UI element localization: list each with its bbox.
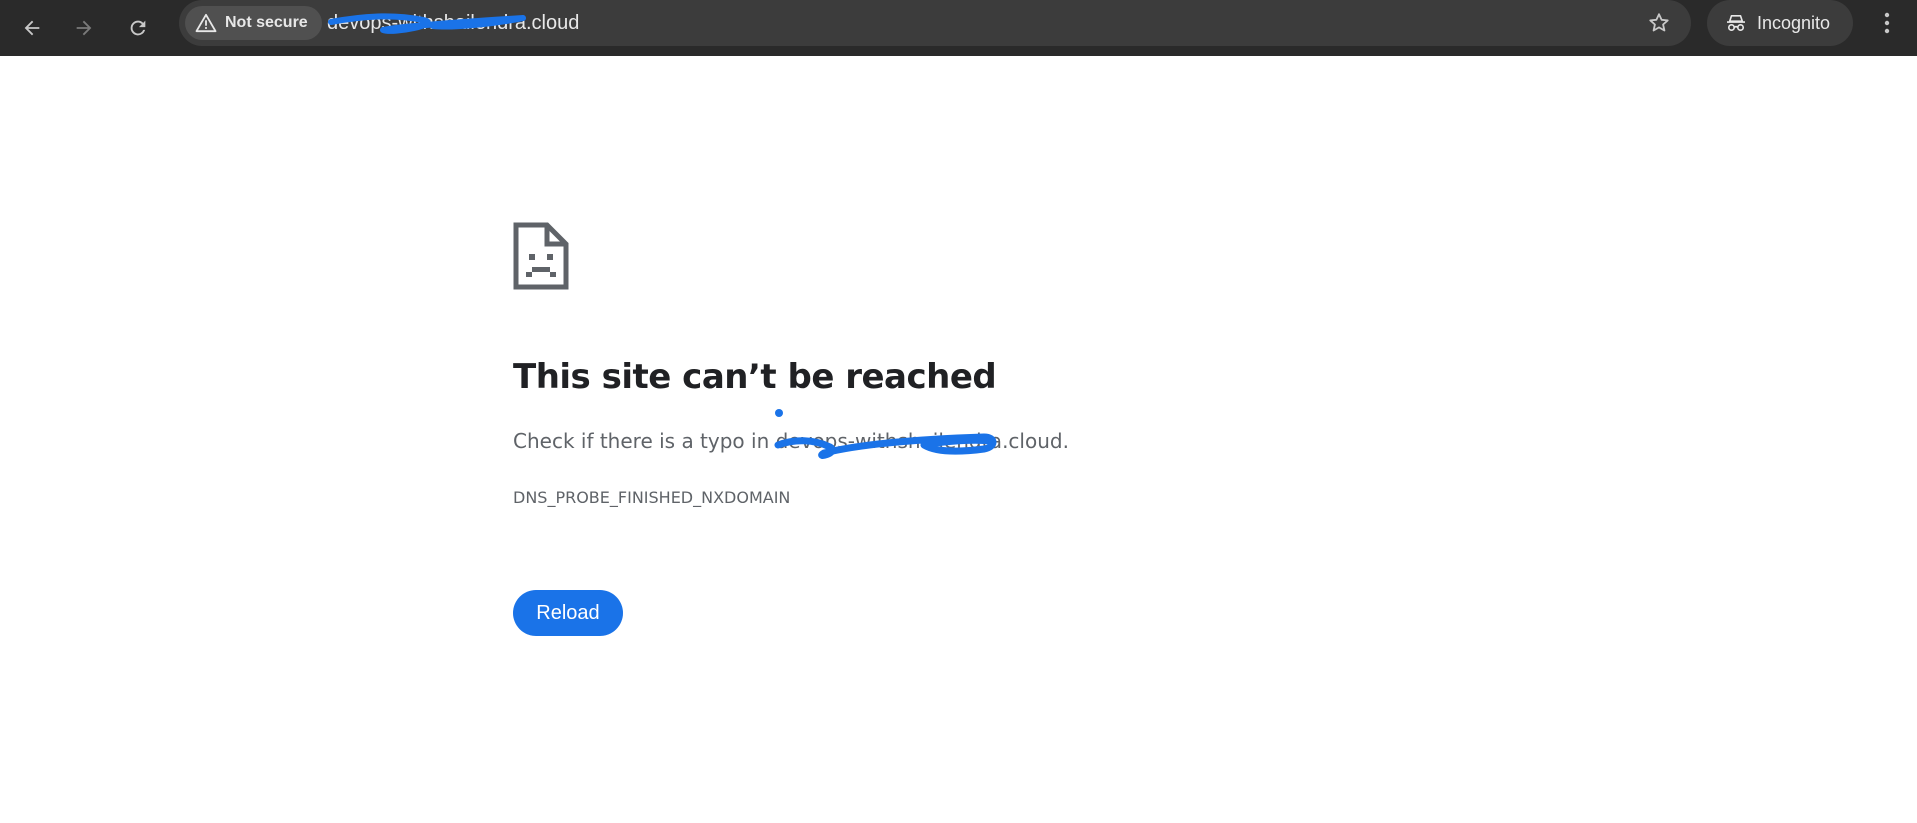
back-button[interactable]: [12, 8, 52, 48]
error-code: DNS_PROBE_FINISHED_NXDOMAIN: [513, 488, 791, 507]
security-label: Not secure: [225, 14, 308, 31]
incognito-label: Incognito: [1757, 12, 1831, 33]
typo-suggestion: Check if there is a typo in devops-withs…: [513, 429, 1069, 459]
arrow-right-icon: [76, 20, 92, 36]
page-title: This site can’t be reached: [513, 357, 997, 397]
suggestion-domain: devops-withshailendra.cloud: [774, 429, 1063, 459]
browser-menu-button[interactable]: [1870, 6, 1904, 40]
sad-page-icon: [513, 222, 569, 290]
suggestion-domain-text: devops-withshailendra.cloud: [775, 429, 1063, 453]
forward-button[interactable]: [64, 8, 104, 48]
star-icon: [1649, 13, 1669, 32]
url-field[interactable]: devops-withshailendra.cloud: [327, 0, 579, 46]
browser-toolbar: Not secure devops-withshailendra.cloud I…: [0, 0, 1917, 56]
reload-page-button[interactable]: [118, 8, 158, 48]
incognito-icon: [1727, 14, 1745, 32]
suggestion-prefix: Check if there is a typo in: [513, 429, 776, 453]
kebab-menu-icon: [1884, 12, 1890, 34]
arrow-left-icon: [24, 20, 40, 36]
omnibox[interactable]: Not secure devops-withshailendra.cloud: [179, 0, 1691, 46]
warning-triangle-icon: [195, 13, 217, 33]
annotation-dot: [775, 409, 783, 417]
reload-button[interactable]: Reload: [513, 590, 623, 636]
url-text: devops-withshailendra.cloud: [327, 11, 580, 34]
incognito-chip[interactable]: Incognito: [1707, 0, 1853, 46]
reload-icon: [130, 20, 146, 36]
security-chip[interactable]: Not secure: [185, 6, 322, 40]
suggestion-suffix: .: [1062, 429, 1069, 453]
bookmark-button[interactable]: [1639, 3, 1679, 43]
